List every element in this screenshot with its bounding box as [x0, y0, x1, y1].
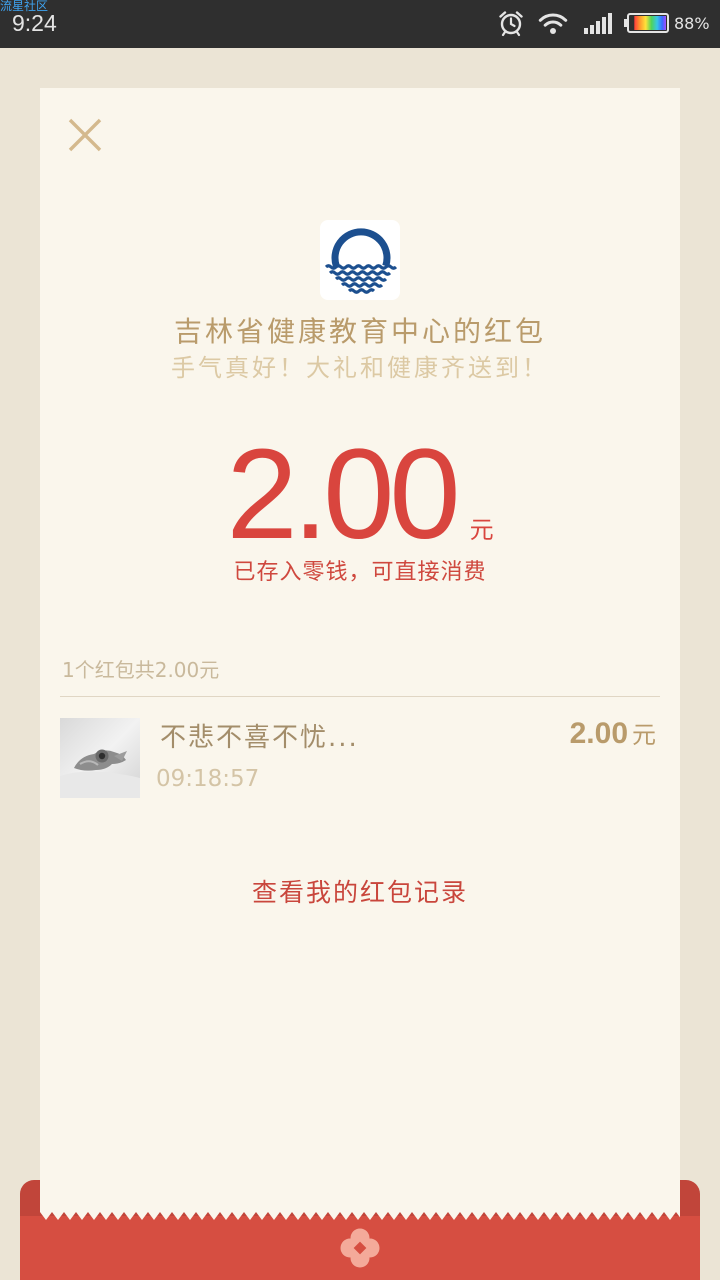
alarm-clock-icon [499, 11, 523, 37]
card-zigzag-edge [40, 1212, 680, 1222]
packet-summary: 1个红包共2.00元 [62, 658, 220, 682]
close-button[interactable] [66, 116, 104, 154]
cellular-signal-icon [584, 13, 612, 34]
wifi-icon [538, 13, 568, 34]
receiver-amount: 2.00 元 [570, 716, 656, 756]
battery-percentage: 88% [674, 14, 710, 33]
sender-logo [320, 220, 400, 300]
red-packet-emblem-icon [340, 1228, 380, 1268]
battery-fill [634, 16, 666, 30]
packet-title: 吉林省健康教育中心的红包 [173, 315, 546, 348]
close-icon [68, 118, 102, 152]
deposit-note: 已存入零钱，可直接消费 [233, 560, 487, 585]
view-records-link[interactable]: 查看我的红包记录 [40, 876, 680, 910]
amount-currency: 元 [469, 516, 494, 544]
status-bar: 流星社区 9:24 88% [0, 0, 720, 48]
avatar[interactable] [60, 718, 140, 798]
receiver-amount-value: 2.00 [569, 717, 628, 750]
divider [60, 696, 660, 697]
receiver-amount-currency: 元 [632, 721, 656, 749]
received-amount: 2.00 元 [40, 430, 680, 560]
red-packet-detail-page: { "status_bar": { "watermark": "流星社区", "… [0, 0, 720, 1280]
sender-logo-icon [324, 228, 398, 294]
list-item[interactable]: 不悲不喜不忧... 09:18:57 2.00 元 [60, 716, 660, 798]
amount-value: 2.00 [226, 423, 460, 566]
watermark-label: 流星社区 [0, 0, 49, 13]
receive-time: 09:18:57 [156, 766, 260, 792]
receiver-name: 不悲不喜不忧... [160, 723, 359, 753]
red-packet-card: 吉林省健康教育中心的红包 手气真好！大礼和健康齐送到！ 2.00 元 已存入零钱，… [40, 88, 680, 1222]
blessing-message: 手气真好！大礼和健康齐送到！ [171, 354, 549, 382]
battery-icon [624, 13, 669, 33]
